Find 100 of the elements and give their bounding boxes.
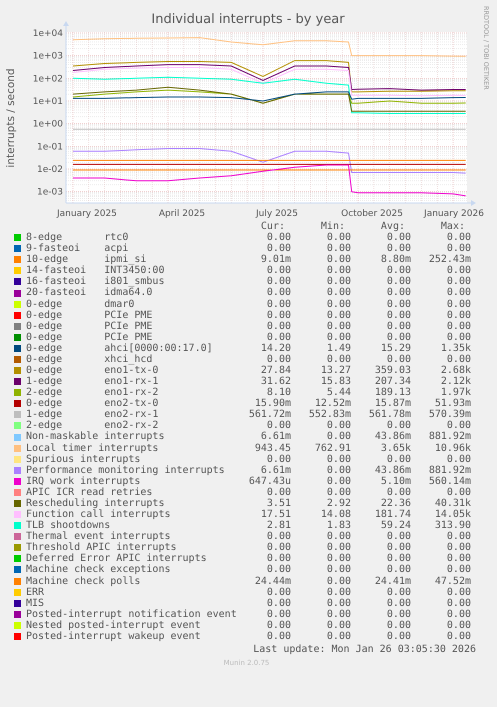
legend-label: 8-edge rtc0 (25, 232, 130, 244)
value-cell-text: 0.00 (326, 320, 351, 332)
legend-label: 0-edge eno1-tx-0 (25, 365, 160, 376)
value-cell-text: 0.00 (266, 420, 291, 432)
value-cell-text: 0.00 (446, 332, 471, 343)
value-cell-text: 15.87m (374, 398, 411, 410)
tick-label: 1e+03 (32, 52, 63, 62)
value-cell-text: 9.01m (260, 254, 291, 266)
value-cell-text: 0.00 (386, 265, 411, 276)
value-cell-text: 0.00 (386, 287, 411, 299)
legend-label: 0-edge PCIe PME (25, 310, 154, 321)
value-cell-text: 0.00 (326, 486, 351, 498)
legend-label: 0-edge dmar0 (25, 298, 136, 310)
value-cell-text: 1.35k (440, 342, 471, 354)
value-cell-text: 1.97k (440, 387, 471, 398)
legend-label: TLB shootdowns (25, 520, 111, 532)
value-cell-text: 2.12k (440, 376, 471, 388)
value-cell-text: 881.92m (428, 464, 471, 476)
value-cell-text: 0.00 (326, 454, 351, 465)
axis-title: interrupts / second (5, 68, 17, 168)
value-cell-text: 12.52m (314, 398, 351, 410)
value-cell-text: 0.00 (266, 287, 291, 299)
value-cell-text: 0.00 (446, 310, 471, 321)
legend-label: Performance monitoring interrupts (25, 464, 226, 476)
value-cell-text: 10.96k (434, 442, 471, 454)
value-cell-text: 0.00 (446, 586, 471, 598)
legend-label: Spurious interrupts (25, 454, 140, 465)
value-cell-text: 0.00 (266, 310, 291, 321)
tick-label: 1e+00 (32, 120, 63, 130)
value-cell-text: 0.00 (326, 298, 351, 310)
value-cell-text: 881.92m (428, 431, 471, 443)
value-cell-text: 189.13 (374, 387, 411, 398)
column-header: Avg: (380, 221, 406, 232)
value-cell-text: 0.00 (446, 564, 471, 576)
value-cell-text: 0.00 (266, 486, 291, 498)
value-cell-text: 0.00 (326, 332, 351, 343)
value-cell-text: 0.00 (326, 542, 351, 554)
value-cell-text: 14.08 (320, 509, 351, 520)
value-cell-text: 13.27 (320, 365, 351, 376)
value-cell-text: 0.00 (326, 630, 351, 642)
value-cell-text: 943.45 (254, 442, 291, 454)
value-cell-text: 0.00 (266, 531, 291, 542)
value-cell-text: 0.00 (386, 630, 411, 642)
value-cell-text: 0.00 (326, 620, 351, 631)
value-cell-text: 8.80m (380, 254, 411, 266)
value-cell-text: 0.00 (326, 586, 351, 598)
value-cell-text: 570.39m (428, 409, 471, 420)
value-cell-text: 0.00 (386, 298, 411, 310)
chart-title: Individual interrupts - by year (151, 12, 345, 27)
value-cell-text: 0.00 (326, 476, 351, 487)
value-cell-text: 647.43u (248, 476, 291, 487)
value-cell-text: 0.00 (446, 420, 471, 432)
value-cell-text: 0.00 (266, 586, 291, 598)
value-cell-text: 5.10m (380, 476, 411, 487)
value-cell-text: 0.00 (446, 598, 471, 609)
value-cell-text: 0.00 (266, 620, 291, 631)
value-cell-text: 0.00 (446, 630, 471, 642)
value-cell-text: 0.00 (386, 354, 411, 366)
value-cell-text: 43.86m (374, 431, 411, 443)
column-header: Max: (440, 221, 466, 232)
value-cell-text: 24.44m (254, 576, 291, 587)
tick-label: 1e-02 (37, 164, 63, 175)
value-cell-text: 0.00 (266, 243, 291, 254)
legend-label: 16-fasteoi i801_smbus (25, 276, 166, 288)
value-cell-text: 0.00 (266, 598, 291, 609)
tick-label: 1e+02 (32, 74, 63, 84)
value-cell-text: 0.00 (266, 298, 291, 310)
tick-label: July 2025 (256, 209, 298, 219)
value-cell-text: 552.83m (308, 409, 351, 420)
value-cell-text: 0.00 (446, 243, 471, 254)
legend-label: Local timer interrupts (25, 442, 160, 454)
value-cell-text: 14.05k (434, 509, 471, 520)
value-cell-text: 15.29 (380, 342, 411, 354)
value-cell-text: 3.51 (266, 498, 291, 510)
value-cell-text: 59.24 (380, 520, 411, 532)
value-cell-text: 40.31k (434, 498, 471, 509)
legend-label: Function call interrupts (25, 509, 172, 520)
legend-label: 10-edge ipmi_si (25, 254, 148, 266)
value-cell-text: 207.34 (374, 376, 411, 388)
legend-label: 9-fasteoi acpi (25, 243, 128, 254)
tick-label: 1e-03 (37, 188, 63, 198)
value-cell-text: 252.43m (428, 254, 471, 266)
value-cell-text: 0.00 (386, 243, 411, 254)
value-cell-text: 0.00 (326, 276, 351, 288)
value-cell-text: 47.52m (434, 576, 471, 587)
value-cell-text: 0.00 (386, 486, 411, 498)
legend-label: ERR (25, 586, 46, 598)
value-cell-text: 0.00 (326, 254, 351, 266)
legend-label: 0-edge PCIe PME (25, 332, 154, 343)
value-cell-text: 0.00 (386, 232, 411, 244)
value-cell-text: 14.20 (260, 342, 291, 354)
legend-label: 2-edge eno1-rx-2 (25, 387, 160, 398)
value-cell-text: 22.36 (380, 498, 411, 510)
value-cell-text: 0.00 (386, 320, 411, 332)
value-cell-text: 0.00 (326, 354, 351, 366)
value-cell-text: 0.00 (386, 454, 411, 465)
value-cell-text: 0.00 (446, 287, 471, 299)
value-cell-text: 51.93m (434, 398, 471, 410)
legend-label: 0-edge PCIe PME (25, 320, 154, 332)
legend-label: Threshold APIC interrupts (25, 542, 177, 554)
